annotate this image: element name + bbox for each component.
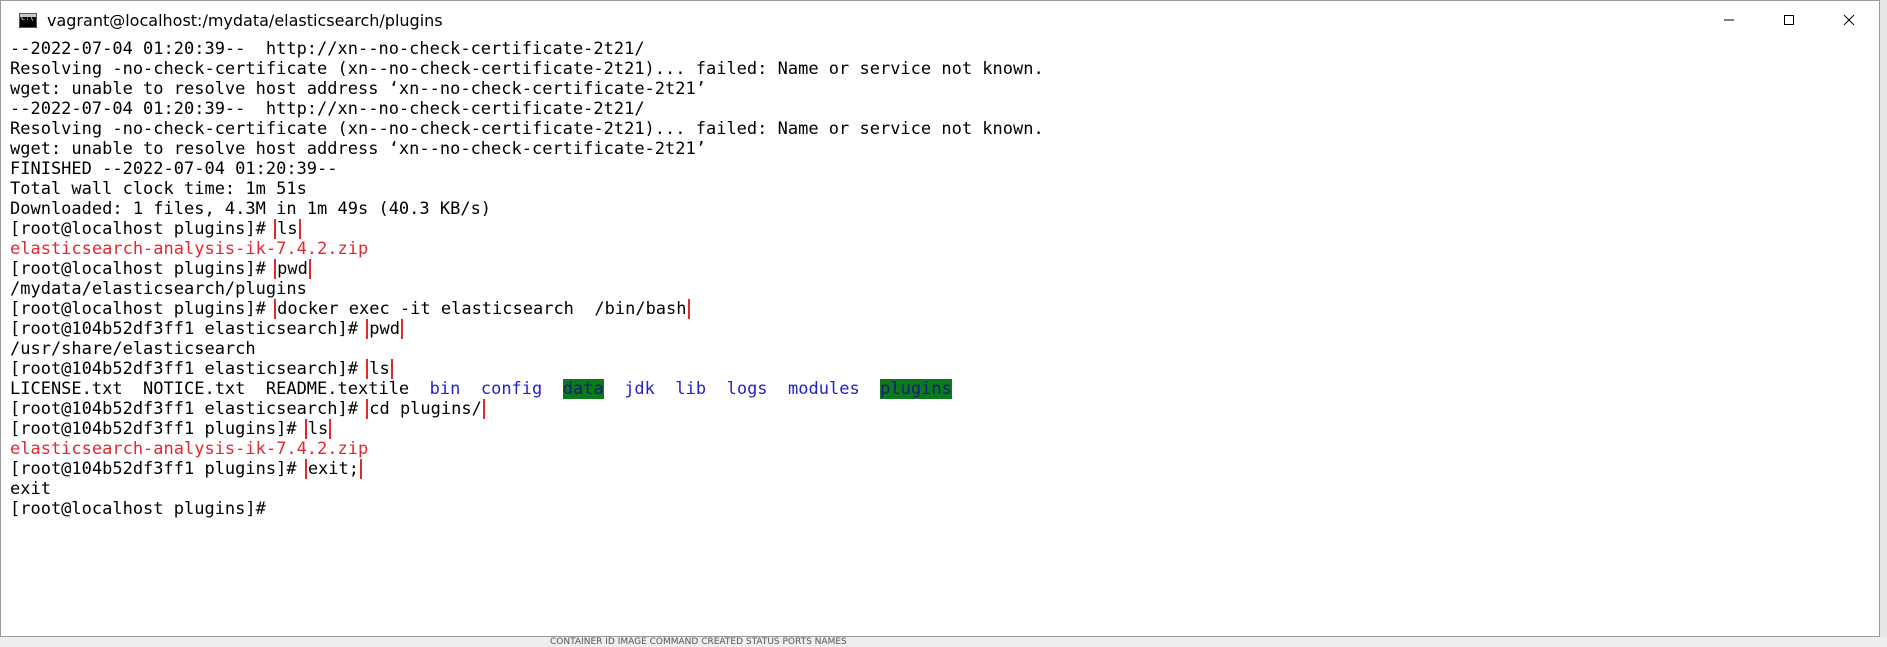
console-app-icon: [19, 12, 37, 28]
command-line: [root@104b52df3ff1 plugins]# exit;: [10, 459, 1879, 479]
shell-prompt: [root@104b52df3ff1 plugins]#: [10, 419, 307, 439]
background-window-strip: CONTAINER ID IMAGE COMMAND CREATED STATU…: [0, 637, 1887, 647]
command-line: [root@104b52df3ff1 elasticsearch]# cd pl…: [10, 399, 1879, 419]
output-path: /usr/share/elasticsearch: [10, 339, 256, 359]
minimize-button[interactable]: [1699, 1, 1759, 39]
terminal-output[interactable]: --2022-07-04 01:20:39-- http://xn--no-ch…: [10, 39, 1879, 636]
shell-prompt: [root@localhost plugins]#: [10, 259, 277, 279]
command-ls-highlighted: ls: [274, 219, 301, 239]
terminal-line: wget: unable to resolve host address ‘xn…: [10, 139, 706, 159]
ls-listing: LICENSE.txt NOTICE.txt README.textile bi…: [10, 379, 1879, 399]
minimize-icon: [1724, 19, 1734, 21]
background-table-header: CONTAINER ID IMAGE COMMAND CREATED STATU…: [550, 637, 847, 647]
command-line: [root@104b52df3ff1 elasticsearch]# ls: [10, 359, 1879, 379]
command-line: [root@localhost plugins]# pwd: [10, 259, 1879, 279]
terminal-line: Total wall clock time: 1m 51s: [10, 179, 307, 199]
shell-prompt: [root@localhost plugins]#: [10, 219, 277, 239]
command-line: [root@104b52df3ff1 elasticsearch]# pwd: [10, 319, 1879, 339]
output-zip-file: elasticsearch-analysis-ik-7.4.2.zip: [10, 239, 369, 259]
dir-bin: bin: [429, 379, 461, 399]
command-line: [root@104b52df3ff1 plugins]# ls: [10, 419, 1879, 439]
terminal-window[interactable]: vagrant@localhost:/mydata/elasticsearch/…: [0, 0, 1880, 637]
command-line: [root@localhost plugins]# ls: [10, 219, 1879, 239]
command-ls-highlighted: ls: [304, 419, 332, 439]
close-button[interactable]: [1819, 1, 1879, 39]
command-line: [root@localhost plugins]# docker exec -i…: [10, 299, 1879, 319]
dir-plugins: plugins: [880, 379, 952, 399]
terminal-line: --2022-07-04 01:20:39-- http://xn--no-ch…: [10, 99, 645, 119]
command-exit-highlighted: exit;: [304, 459, 363, 479]
dir-lib: lib: [675, 379, 707, 399]
command-cd-highlighted: cd plugins/: [366, 399, 485, 419]
output-exit: exit: [10, 479, 51, 499]
shell-prompt: [root@localhost plugins]#: [10, 299, 277, 319]
terminal-line: wget: unable to resolve host address ‘xn…: [10, 79, 706, 99]
maximize-button[interactable]: [1759, 1, 1819, 39]
shell-prompt: [root@104b52df3ff1 plugins]#: [10, 459, 307, 479]
command-ls-highlighted: ls: [366, 359, 393, 379]
ls-files: LICENSE.txt NOTICE.txt README.textile: [10, 379, 430, 399]
window-controls: [1699, 1, 1879, 39]
command-line[interactable]: [root@localhost plugins]#: [10, 499, 1879, 519]
terminal-line: Resolving -no-check-certificate (xn--no-…: [10, 119, 1044, 139]
maximize-icon: [1784, 15, 1794, 25]
terminal-line: --2022-07-04 01:20:39-- http://xn--no-ch…: [10, 39, 645, 59]
title-bar[interactable]: vagrant@localhost:/mydata/elasticsearch/…: [1, 1, 1879, 39]
command-pwd-highlighted: pwd: [366, 319, 403, 339]
dir-jdk: jdk: [624, 379, 655, 399]
shell-prompt: [root@localhost plugins]#: [10, 499, 266, 519]
command-docker-exec-highlighted: docker exec -it elasticsearch /bin/bash: [274, 299, 690, 319]
shell-prompt: [root@104b52df3ff1 elasticsearch]#: [10, 319, 369, 339]
output-zip-file: elasticsearch-analysis-ik-7.4.2.zip: [10, 439, 369, 459]
window-title: vagrant@localhost:/mydata/elasticsearch/…: [47, 10, 443, 30]
terminal-line: FINISHED --2022-07-04 01:20:39--: [10, 159, 338, 179]
shell-prompt: [root@104b52df3ff1 elasticsearch]#: [10, 399, 369, 419]
terminal-line: Resolving -no-check-certificate (xn--no-…: [10, 59, 1044, 79]
dir-modules: modules: [788, 379, 860, 399]
terminal-line: Downloaded: 1 files, 4.3M in 1m 49s (40.…: [10, 199, 492, 219]
dir-data: data: [562, 379, 604, 399]
command-pwd-highlighted: pwd: [274, 259, 311, 279]
output-path: /mydata/elasticsearch/plugins: [10, 279, 307, 299]
dir-logs: logs: [726, 379, 768, 399]
dir-config: config: [480, 379, 543, 399]
close-icon: [1843, 14, 1855, 26]
shell-prompt: [root@104b52df3ff1 elasticsearch]#: [10, 359, 369, 379]
